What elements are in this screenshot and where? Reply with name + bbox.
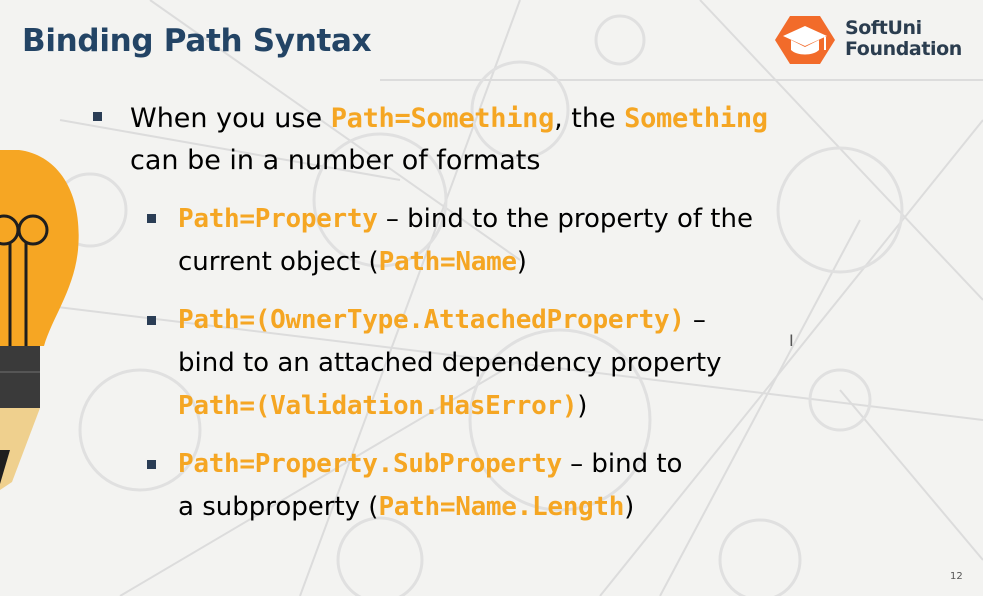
softuni-logo: SoftUni Foundation xyxy=(775,14,975,66)
sub-2-example: Path=(Validation.HasError) xyxy=(178,391,578,421)
sub-3-close: ) xyxy=(624,492,635,522)
sub-3-code: Path=Property.SubProperty xyxy=(178,449,562,479)
sub-2-line-3: Path=(Validation.HasError)) xyxy=(178,385,868,428)
main-bullet-line-2: can be in a number of formats xyxy=(130,145,541,176)
main-text-2: , the xyxy=(554,103,625,134)
sub-3-example: Path=Name.Length xyxy=(378,492,625,522)
logo-text: SoftUni Foundation xyxy=(845,18,962,60)
sub-2-dash: – xyxy=(684,305,706,335)
sub-1-example: Path=Name xyxy=(378,247,517,277)
sub-bullet-subproperty: Path=Property.SubProperty – bind to a su… xyxy=(178,443,868,529)
bullet-marker xyxy=(93,112,102,121)
sub-bullet-marker xyxy=(147,214,156,223)
sub-2-code: Path=(OwnerType.AttachedProperty) xyxy=(178,305,685,335)
sub-1-text-2: current object xyxy=(178,247,369,277)
sub-3-text-1: – bind to xyxy=(561,449,683,479)
sub-1-close: ) xyxy=(516,247,527,277)
sub-3-line-2: a subproperty (Path=Name.Length) xyxy=(178,486,868,529)
sub-2-close: ) xyxy=(577,391,588,421)
text-cursor-icon: I xyxy=(789,331,794,350)
main-bullet-text: When you use Path=Something, the Somethi… xyxy=(130,98,850,182)
logo-line-1: SoftUni xyxy=(845,17,922,39)
sub-3-open: ( xyxy=(368,492,379,522)
main-text-1: When you use xyxy=(130,103,331,134)
sub-1-code: Path=Property xyxy=(178,204,378,234)
slide-number: 12 xyxy=(950,571,963,582)
sub-2-line-1: Path=(OwnerType.AttachedProperty) – xyxy=(178,299,868,342)
sub-3-text-2: a subproperty xyxy=(178,492,369,522)
sub-3-line-1: Path=Property.SubProperty – bind to xyxy=(178,443,868,486)
sub-bullet-attached-property: Path=(OwnerType.AttachedProperty) – bind… xyxy=(178,299,868,428)
sub-bullet-property: Path=Property – bind to the property of … xyxy=(178,198,868,284)
sub-bullet-marker xyxy=(147,316,156,325)
sub-1-line-1: Path=Property – bind to the property of … xyxy=(178,198,868,241)
sub-1-text-1: – bind to the property of the xyxy=(377,204,753,234)
main-bullet-line-1: When you use Path=Something, the Somethi… xyxy=(130,98,850,140)
main-code-1: Path=Something xyxy=(330,103,555,134)
lightbulb-pencil-illustration xyxy=(0,150,79,490)
slide-title: Binding Path Syntax xyxy=(22,23,372,59)
sub-1-line-2: current object (Path=Name) xyxy=(178,241,868,284)
main-code-2: Something xyxy=(624,103,768,134)
logo-line-2: Foundation xyxy=(845,38,962,60)
sub-bullet-marker xyxy=(147,460,156,469)
sub-1-open: ( xyxy=(368,247,379,277)
sub-2-line-2: bind to an attached dependency property xyxy=(178,348,722,378)
slide: Binding Path Syntax SoftUni Foundation W… xyxy=(0,0,983,596)
graduation-cap-hexagon-icon xyxy=(775,16,835,64)
